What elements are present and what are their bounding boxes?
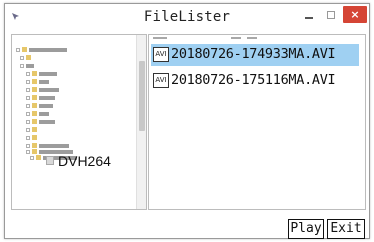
tree-item[interactable] xyxy=(26,71,49,84)
tree-item[interactable] xyxy=(16,39,67,52)
exit-button[interactable]: Exit xyxy=(327,219,365,239)
file-list[interactable]: AVI 20180726-174933MA.AVI AVI 20180726-1… xyxy=(148,34,366,210)
app-window: FileLister × DVH264 AVI 20180726-174933M… xyxy=(4,3,370,239)
folder-tree[interactable]: DVH264 xyxy=(11,34,147,210)
tree-item[interactable] xyxy=(26,127,39,140)
list-header xyxy=(149,35,365,43)
folder-icon xyxy=(46,156,54,165)
minimize-button[interactable] xyxy=(301,7,317,25)
minimize-icon xyxy=(305,17,313,19)
tree-item[interactable] xyxy=(26,95,53,108)
maximize-icon xyxy=(327,11,335,19)
video-file-icon: AVI xyxy=(153,47,169,62)
play-button[interactable]: Play xyxy=(288,219,324,239)
file-name: 20180726-175116MA.AVI xyxy=(171,72,336,88)
file-list-item[interactable]: AVI 20180726-174933MA.AVI xyxy=(151,44,359,66)
title-bar[interactable]: FileLister × xyxy=(5,4,369,32)
scrollbar-thumb[interactable] xyxy=(139,61,145,131)
tree-item[interactable] xyxy=(26,103,49,116)
file-list-item[interactable]: AVI 20180726-175116MA.AVI xyxy=(151,70,359,92)
close-icon: × xyxy=(350,8,360,21)
tree-item[interactable] xyxy=(26,63,57,76)
tree-item[interactable] xyxy=(20,47,33,60)
tree-item-selected-folder[interactable]: DVH264 xyxy=(58,153,111,169)
tree-item[interactable] xyxy=(26,119,39,132)
close-button[interactable]: × xyxy=(343,6,367,23)
tree-item[interactable] xyxy=(26,111,55,124)
file-name: 20180726-174933MA.AVI xyxy=(171,46,336,62)
tree-item[interactable] xyxy=(20,55,34,68)
tree-scrollbar[interactable] xyxy=(136,35,146,209)
tree-item[interactable] xyxy=(26,87,55,100)
video-file-icon: AVI xyxy=(153,73,169,88)
tree-item[interactable] xyxy=(26,79,59,92)
maximize-button[interactable] xyxy=(323,7,339,25)
